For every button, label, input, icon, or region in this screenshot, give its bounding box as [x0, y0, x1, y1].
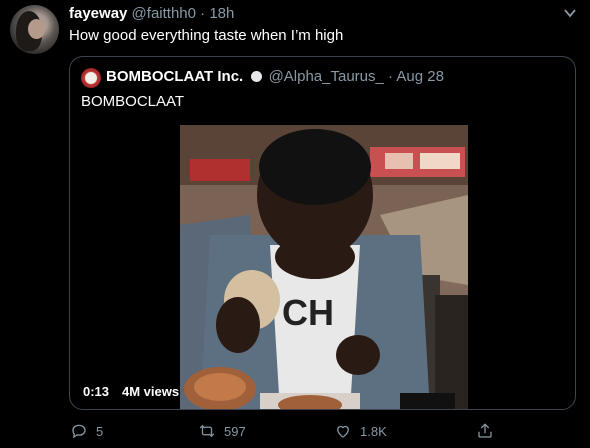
verified-dot-icon [251, 71, 263, 82]
share-icon [478, 423, 492, 438]
reply-count: 5 [96, 423, 104, 439]
author-handle[interactable]: @faitthh0 [132, 5, 196, 22]
quoted-header: BOMBOCLAAT Inc. @Alpha_Taurus_ · Aug 28 [106, 68, 444, 85]
reply-icon [72, 424, 86, 439]
tweet-time[interactable]: 18h [209, 5, 234, 22]
share-button[interactable] [476, 421, 502, 441]
avatar-face [28, 19, 45, 39]
tweet-header: fayeway @faitthh0 · 18h [69, 5, 234, 22]
author-avatar[interactable] [10, 5, 59, 54]
quoted-author-name: BOMBOCLAAT Inc. [106, 68, 244, 85]
shirt-text: CH [282, 292, 334, 333]
retweet-button[interactable]: 597 [198, 421, 246, 441]
header-separator: · [200, 5, 206, 22]
quoted-handle: @Alpha_Taurus_ [268, 68, 384, 85]
quoted-text: BOMBOCLAAT [81, 93, 185, 110]
quoted-separator: · [388, 68, 394, 85]
video-frame: CH [180, 125, 468, 409]
like-icon [337, 425, 349, 438]
caret-down-icon[interactable] [563, 6, 577, 20]
video-views: 4M views [122, 384, 180, 399]
video-duration: 0:13 [83, 384, 110, 399]
reply-button[interactable]: 5 [70, 421, 103, 441]
author-name[interactable]: fayeway [69, 5, 127, 22]
like-button[interactable]: 1.8K [334, 421, 387, 441]
quoted-tweet[interactable]: BOMBOCLAAT Inc. @Alpha_Taurus_ · Aug 28 … [69, 56, 576, 410]
quoted-avatar [81, 68, 101, 88]
retweet-icon [199, 424, 215, 438]
quoted-date: Aug 28 [396, 68, 444, 85]
retweet-count: 597 [224, 423, 246, 439]
like-count: 1.8K [360, 423, 387, 439]
tweet-text: How good everything taste when I’m high [69, 27, 344, 44]
video-player[interactable]: CH [180, 125, 468, 409]
